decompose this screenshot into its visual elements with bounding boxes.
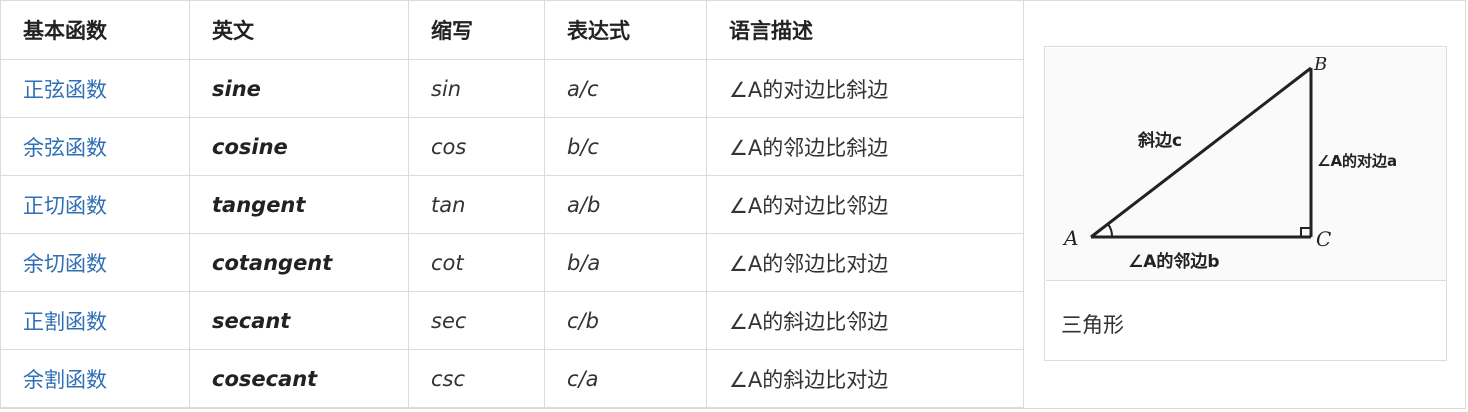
english-name: cosecant <box>189 349 409 408</box>
opposite-side-label: ∠A的对边a <box>1317 152 1397 170</box>
english-name: sine <box>189 59 409 118</box>
abbreviation: csc <box>408 349 545 408</box>
description: ∠A的斜边比对边 <box>706 349 1024 408</box>
header-english: 英文 <box>189 0 409 60</box>
abbreviation: tan <box>408 175 545 234</box>
abbreviation: sin <box>408 59 545 118</box>
function-link-cosecant[interactable]: 余割函数 <box>0 349 190 408</box>
trig-function-table: 基本函数 英文 缩写 表达式 语言描述 正弦函数 sine sin a/c ∠A… <box>0 0 1024 408</box>
table-row: 余切函数 cotangent cot b/a ∠A的邻边比对边 <box>0 233 1024 292</box>
description: ∠A的邻边比斜边 <box>706 117 1024 176</box>
english-name: secant <box>189 291 409 350</box>
function-link-tangent[interactable]: 正切函数 <box>0 175 190 234</box>
english-name: tangent <box>189 175 409 234</box>
table-row: 余割函数 cosecant csc c/a ∠A的斜边比对边 <box>0 349 1024 408</box>
figure-caption: 三角形 <box>1061 313 1124 337</box>
expression: c/a <box>544 349 707 408</box>
abbreviation: cos <box>408 117 545 176</box>
vertex-b-label: B <box>1313 54 1327 75</box>
english-name: cosine <box>189 117 409 176</box>
header-basic-function: 基本函数 <box>0 0 190 60</box>
triangle-diagram[interactable]: A B C 斜边c ∠A的对边a ∠A的邻边b <box>1046 48 1446 281</box>
function-link-sine[interactable]: 正弦函数 <box>0 59 190 118</box>
abbreviation: sec <box>408 291 545 350</box>
expression: a/c <box>544 59 707 118</box>
header-abbreviation: 缩写 <box>408 0 545 60</box>
triangle-svg: A B C 斜边c ∠A的对边a ∠A的邻边b <box>1062 54 1397 272</box>
adjacent-side-label: ∠A的邻边b <box>1128 251 1220 272</box>
description: ∠A的斜边比邻边 <box>706 291 1024 350</box>
description: ∠A的邻边比对边 <box>706 233 1024 292</box>
angle-a-arc <box>1107 223 1113 238</box>
vertex-c-label: C <box>1316 227 1331 251</box>
expression: a/b <box>544 175 707 234</box>
abbreviation: cot <box>408 233 545 292</box>
hypotenuse-label: 斜边c <box>1137 130 1182 151</box>
table-row: 正割函数 secant sec c/b ∠A的斜边比邻边 <box>0 291 1024 350</box>
table-row: 余弦函数 cosine cos b/c ∠A的邻边比斜边 <box>0 117 1024 176</box>
expression: b/c <box>544 117 707 176</box>
header-description: 语言描述 <box>706 0 1024 60</box>
table-header-row: 基本函数 英文 缩写 表达式 语言描述 <box>0 0 1024 60</box>
function-link-secant[interactable]: 正割函数 <box>0 291 190 350</box>
description: ∠A的对边比斜边 <box>706 59 1024 118</box>
table-row: 正弦函数 sine sin a/c ∠A的对边比斜边 <box>0 59 1024 118</box>
header-expression: 表达式 <box>544 0 707 60</box>
vertex-a-label: A <box>1062 226 1078 250</box>
function-link-cosine[interactable]: 余弦函数 <box>0 117 190 176</box>
description: ∠A的对边比邻边 <box>706 175 1024 234</box>
english-name: cotangent <box>189 233 409 292</box>
expression: b/a <box>544 233 707 292</box>
table-row: 正切函数 tangent tan a/b ∠A的对边比邻边 <box>0 175 1024 234</box>
expression: c/b <box>544 291 707 350</box>
hypotenuse-line <box>1090 66 1312 239</box>
function-link-cotangent[interactable]: 余切函数 <box>0 233 190 292</box>
triangle-figure: A B C 斜边c ∠A的对边a ∠A的邻边b 三角形 <box>1044 46 1447 361</box>
